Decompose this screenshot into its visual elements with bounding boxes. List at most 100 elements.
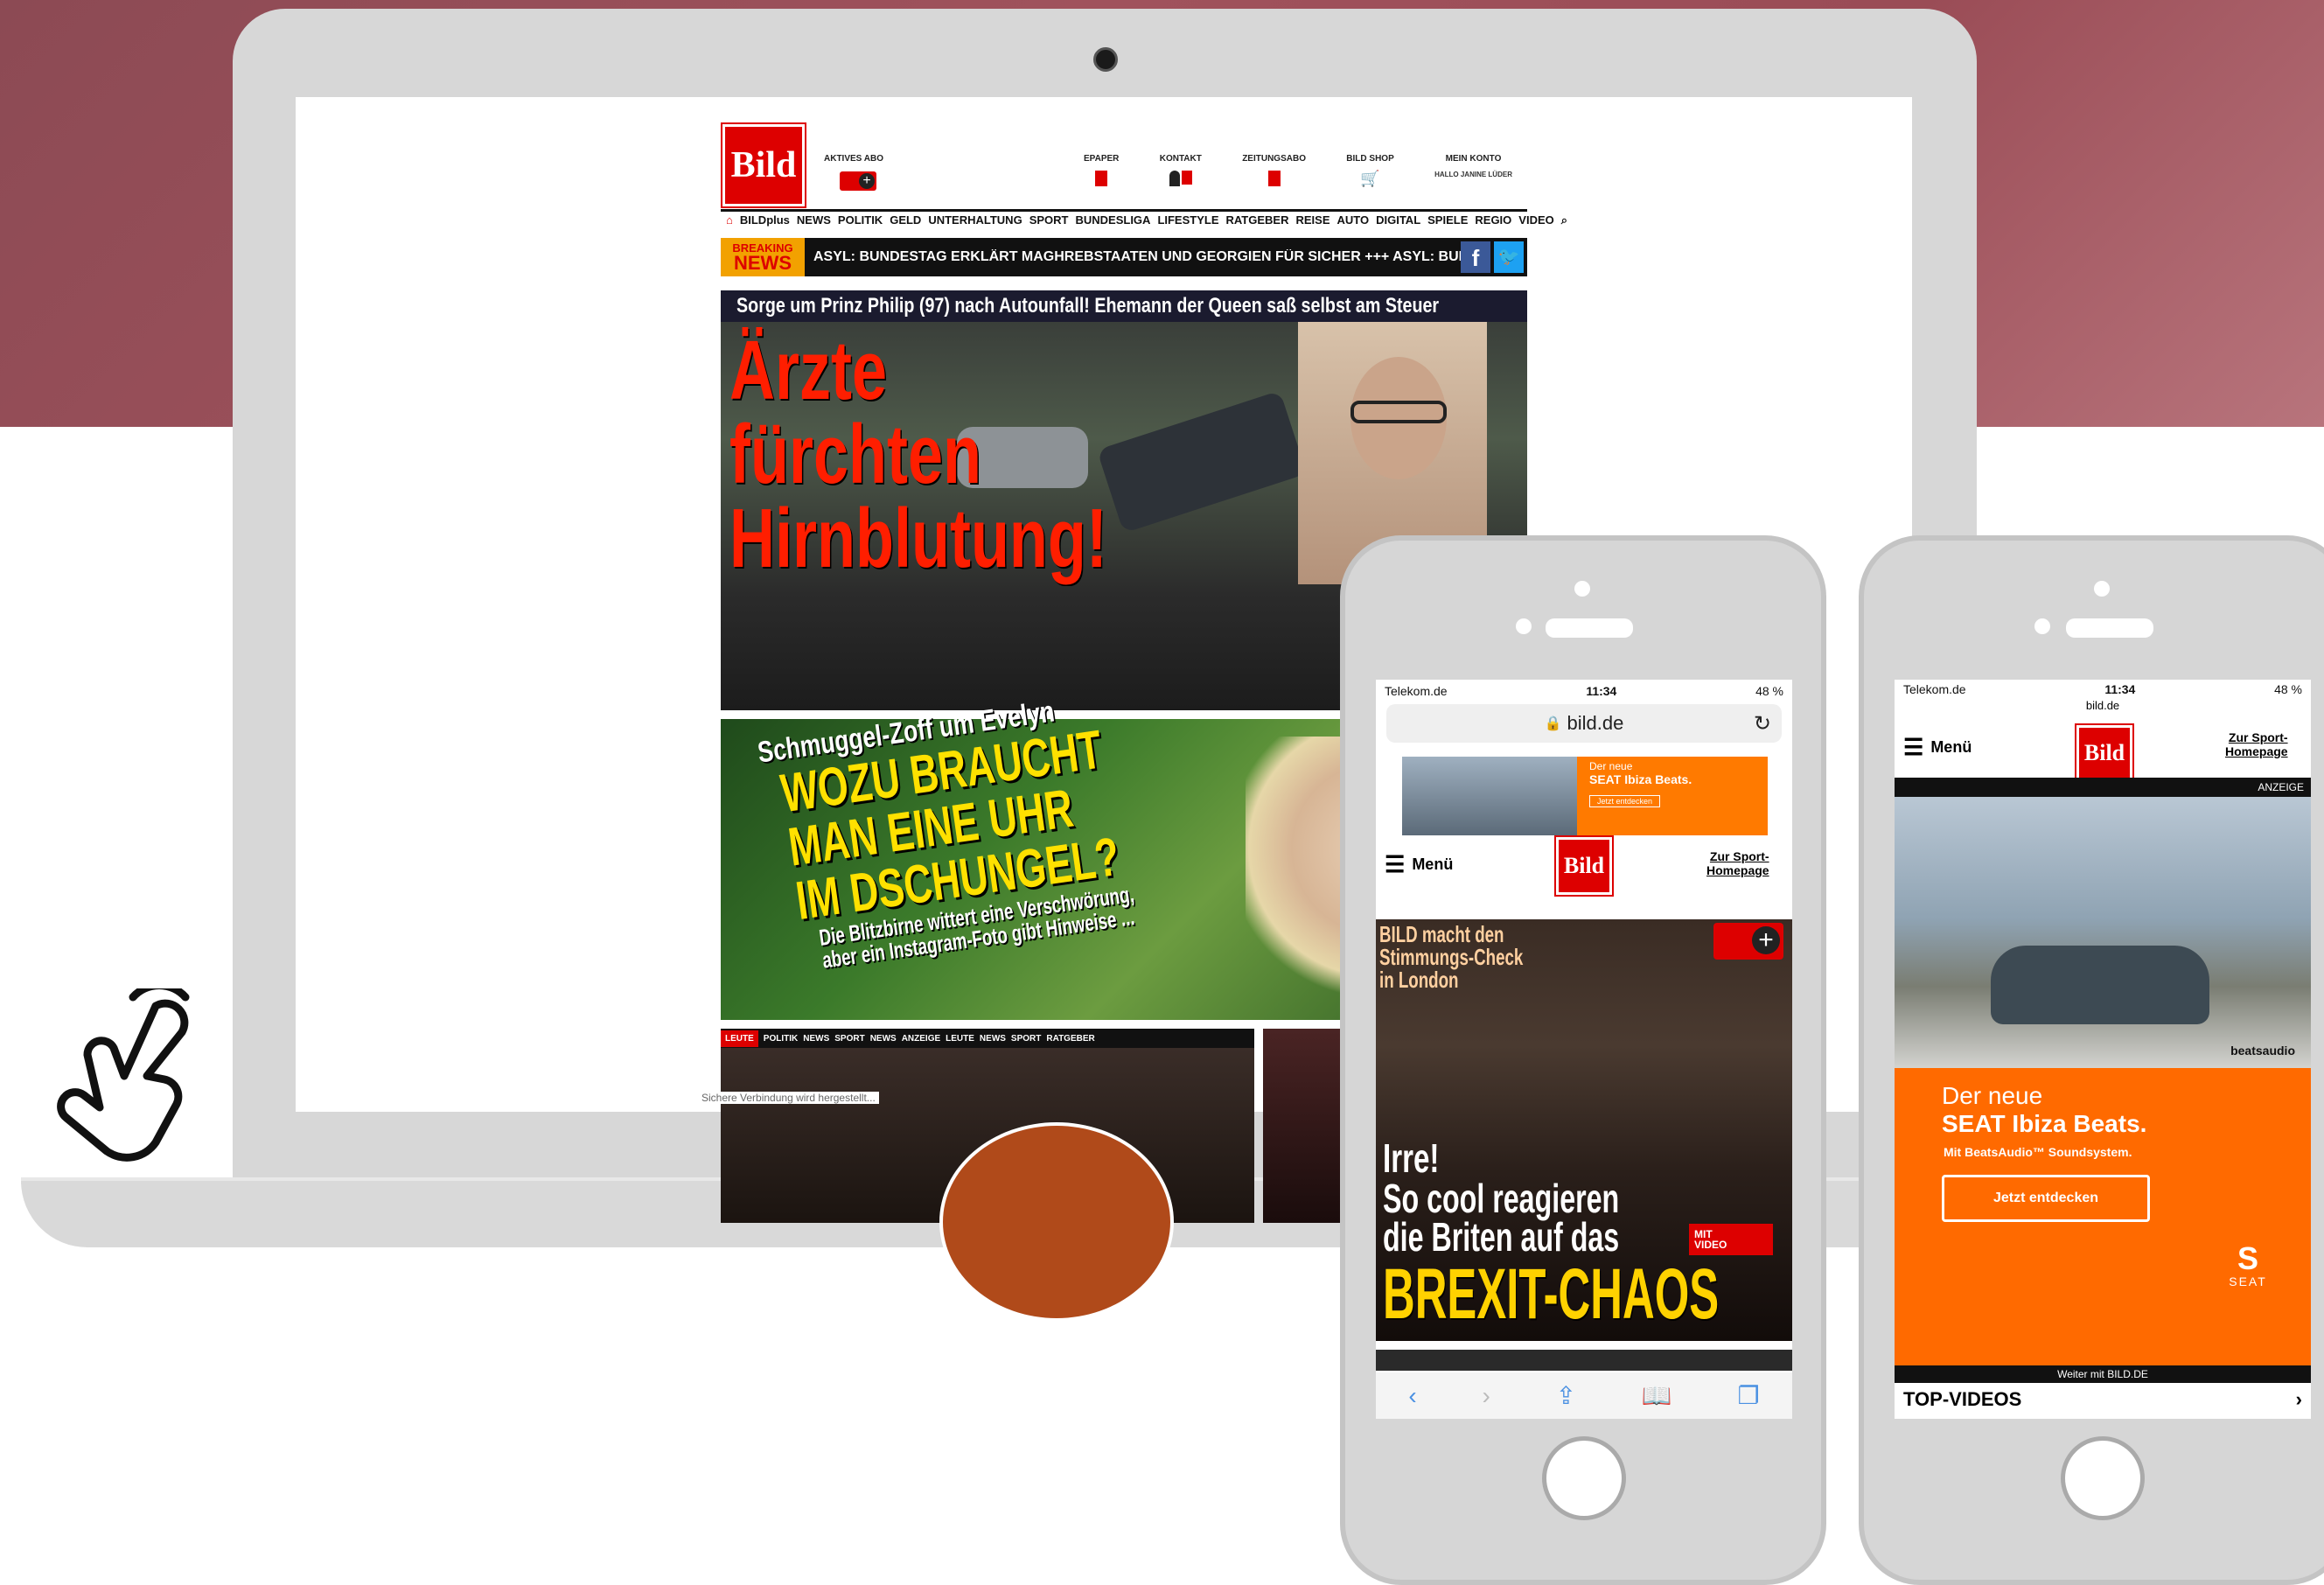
sport-link-line: Zur Sport- [2228,730,2288,744]
nav-item-lifestyle[interactable]: LIFESTYLE [1157,213,1218,227]
nav-item-reise[interactable]: REISE [1295,213,1329,227]
seat-logo-text: SEAT [2229,1274,2267,1288]
sport-homepage-link[interactable]: Zur Sport- Homepage [1706,849,1769,877]
bildplus-badge-icon[interactable]: + [840,171,876,191]
seat-logo: S SEAT [2213,1243,2283,1289]
topnav-zeitungsabo[interactable]: ZEITUNGSABO [1242,154,1306,198]
tab-politik[interactable]: POLITIK [764,1034,798,1044]
hero-headline: Ärzte fürchten Hirnblutung! [729,329,1107,581]
bild-logo[interactable]: Bild [1556,837,1612,895]
bild-logo[interactable]: Bild [722,124,805,206]
nav-item-bildplus[interactable]: BILDplus [740,213,790,227]
nav-item-auto[interactable]: AUTO [1337,213,1370,227]
tab-ratgeber[interactable]: RATGEBER [1046,1034,1094,1044]
nav-item-bundesliga[interactable]: BUNDESLIGA [1075,213,1150,227]
category-tabs: LEUTE POLITIK NEWS SPORT NEWS ANZEIGE LE… [721,1029,1254,1048]
nav-item-news[interactable]: NEWS [797,213,831,227]
menu-button[interactable]: ☰ Menü [1385,851,1453,878]
story-kicker-line: Stimmungs-Check [1379,944,1524,970]
seat-ad-image[interactable]: beatsaudio [1895,797,2311,1068]
brexit-story[interactable]: BILD macht den Stimmungs-Check in London… [1376,919,1792,1341]
tab-leute[interactable]: LEUTE [946,1034,974,1044]
topnav-epaper[interactable]: EPAPER [1084,154,1119,198]
leute-image[interactable] [721,1048,1254,1322]
video-badge: MIT VIDEO [1689,1224,1773,1255]
side-image[interactable] [1263,1029,1342,1223]
tab-sport[interactable]: SPORT [834,1034,864,1044]
nav-item-spiele[interactable]: SPIELE [1427,213,1468,227]
tab-sport[interactable]: SPORT [1011,1034,1041,1044]
top-videos-header[interactable]: TOP-VIDEOS › [1903,1388,2302,1411]
topnav-label: EPAPER [1084,154,1120,164]
chevron-right-icon: › [2295,1388,2302,1410]
topnav-label: BILD SHOP [1346,154,1394,164]
tabs-icon[interactable]: ❐ [1737,1381,1759,1410]
seat-ad-orange[interactable]: Der neue SEAT Ibiza Beats. Mit BeatsAudi… [1895,1068,2311,1365]
story-kicker: BILD macht den Stimmungs-Check in London [1379,923,1523,991]
tab-news[interactable]: NEWS [980,1034,1006,1044]
hero-headline-line: Hirnblutung! [729,492,1107,585]
topnav-mein-konto[interactable]: MEIN KONTO HALLO JANINE LÜDER [1434,154,1512,198]
url-text[interactable]: bild.de [1895,699,2311,712]
ad-label: ANZEIGE [1895,778,2311,797]
continue-link[interactable]: Weiter mit BILD.DE [1895,1365,2311,1383]
phone-right-home-button[interactable] [2061,1436,2145,1520]
nav-item-ratgeber[interactable]: RATGEBER [1226,213,1289,227]
sport-homepage-link[interactable]: Zur Sport- Homepage [2225,730,2288,758]
seat-ad-banner[interactable]: Der neue SEAT Ibiza Beats. Jetzt entdeck… [1402,757,1768,835]
phone-left-camera [1516,618,1532,634]
ad-brand: SEAT Ibiza Beats. [1589,772,1692,786]
main-nav: ⌂ BILDplus NEWS POLITIK GELD UNTERHALTUN… [721,209,1567,228]
browser-status-text: Sichere Verbindung wird hergestellt... [698,1092,879,1104]
bookmarks-icon[interactable]: 📖 [1642,1381,1672,1410]
share-icon[interactable]: ⇪ [1556,1381,1576,1410]
beats-logo: beatsaudio [2230,1044,2295,1058]
story-line: So cool reagieren [1383,1176,1620,1221]
nav-item-video[interactable]: VIDEO [1518,213,1553,227]
nav-item-unterhaltung[interactable]: UNTERHALTUNG [928,213,1022,227]
phone-right-speaker [2066,618,2153,638]
breaking-news-bar[interactable]: BREAKING NEWS ASYL: BUNDESTAG ERKLÄRT MA… [721,238,1527,276]
nav-item-geld[interactable]: GELD [890,213,921,227]
nav-item-digital[interactable]: DIGITAL [1376,213,1420,227]
topnav-bild-shop[interactable]: BILD SHOP 🛒 [1346,154,1393,198]
facebook-icon[interactable]: f [1461,241,1490,273]
ad-car-image [1402,757,1577,835]
ad-cta-button[interactable]: Jetzt entdecken [1589,795,1661,807]
next-story-strip[interactable] [1376,1350,1792,1371]
reload-icon[interactable]: ↻ [1754,711,1771,737]
twitter-icon[interactable]: 🐦 [1494,241,1524,273]
carrier: Telekom.de [1385,684,1448,698]
phone-left-home-button[interactable] [1542,1436,1626,1520]
menu-label: Menü [1930,738,1972,756]
sport-link-line: Zur Sport- [1709,849,1769,863]
search-icon[interactable]: ⌕ [1561,213,1567,227]
tab-leute[interactable]: LEUTE [721,1030,758,1047]
nav-item-regio[interactable]: REGIO [1475,213,1511,227]
phone-left-screen: Telekom.de 11:34 48 % 🔒 bild.de ↻ Der ne… [1376,680,1792,1419]
forward-icon[interactable]: › [1482,1382,1490,1410]
nav-item-politik[interactable]: POLITIK [838,213,883,227]
tab-news[interactable]: NEWS [870,1034,897,1044]
home-icon[interactable]: ⌂ [726,213,733,227]
address-bar[interactable]: 🔒 bild.de ↻ [1386,704,1782,743]
ad-title: Der neue [1942,1082,2043,1109]
portrait-circle [939,1122,1174,1322]
bild-logo[interactable]: Bild [2076,725,2132,781]
phone-left-sensor [1574,581,1590,597]
sport-link-line: Homepage [1706,863,1769,877]
tab-anzeige[interactable]: ANZEIGE [902,1034,940,1044]
hero-topline-text: Sorge um Prinz Philip (97) nach Autounfa… [736,294,1440,318]
tab-news[interactable]: NEWS [803,1034,829,1044]
safari-toolbar: ‹ › ⇪ 📖 ❐ [1376,1372,1792,1419]
nav-item-sport[interactable]: SPORT [1029,213,1069,227]
topnav-label: MEIN KONTO [1445,154,1502,164]
hero-headline-line: Ärzte [729,324,888,417]
menu-button[interactable]: ☰ Menü [1903,734,1972,761]
breaking-ticker: ASYL: BUNDESTAG ERKLÄRT MAGHREBSTAATEN U… [813,249,1461,264]
back-icon[interactable]: ‹ [1408,1382,1416,1410]
ad-cta-button[interactable]: Jetzt entdecken [1942,1175,2150,1222]
topnav-kontakt[interactable]: KONTAKT [1160,154,1202,198]
ad-subtitle: Mit BeatsAudio™ Soundsystem. [1944,1145,2132,1159]
hero-topline[interactable]: Sorge um Prinz Philip (97) nach Autounfa… [721,290,1527,322]
